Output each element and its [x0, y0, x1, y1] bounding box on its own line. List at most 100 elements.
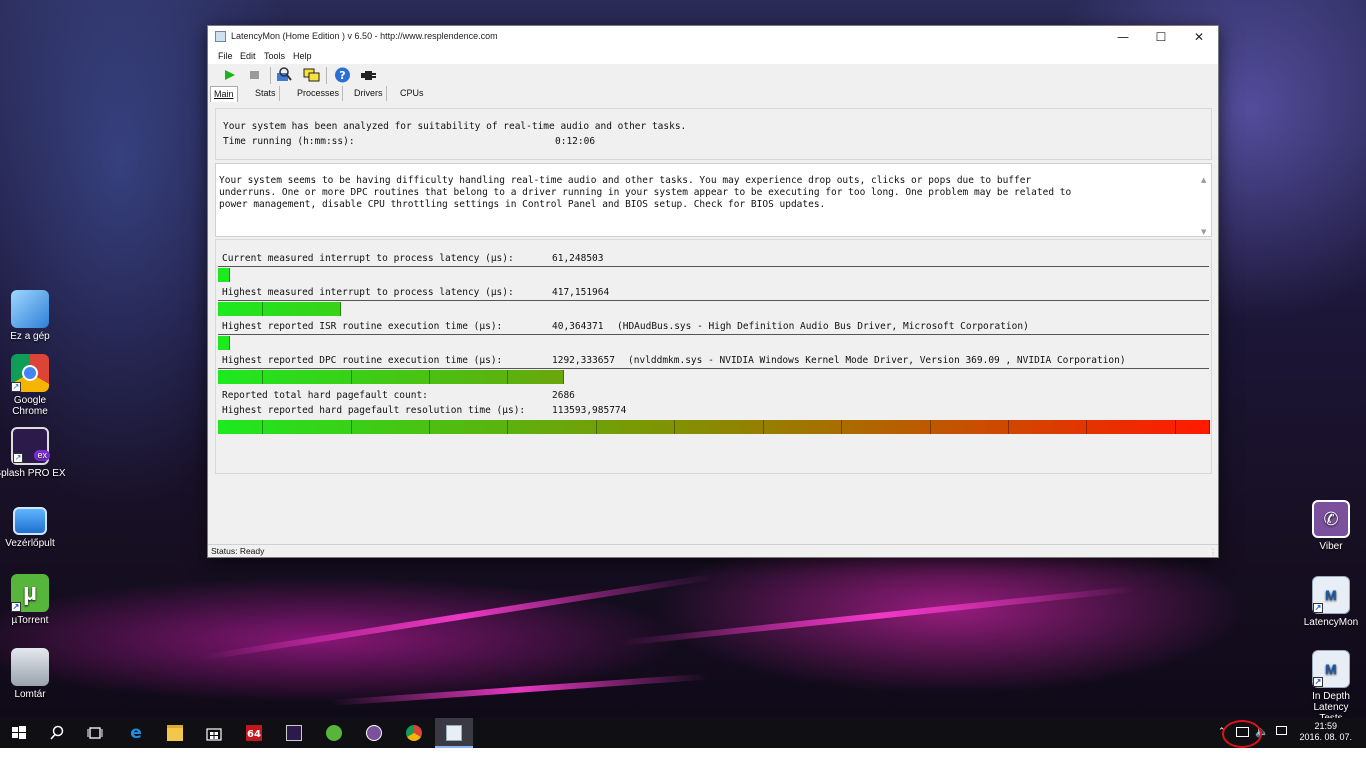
scroll-down-icon[interactable]: ▼ [1201, 228, 1206, 236]
action-center-icon[interactable] [1276, 726, 1287, 735]
taskbar-viber[interactable] [355, 718, 393, 748]
message-line: Your system seems to be having difficult… [219, 175, 1032, 186]
taskbar-latencymon[interactable] [435, 718, 473, 748]
clock-date: 2016. 08. 07. [1299, 732, 1352, 742]
start-menu-button[interactable] [0, 718, 38, 748]
measurements-panel: Current measured interrupt to process la… [215, 239, 1212, 474]
help-icon: ? [335, 67, 350, 83]
desktop-icon-label: µTorrent [11, 615, 49, 626]
shortcut-arrow-icon: ↗ [1313, 677, 1323, 687]
taskbar-explorer[interactable] [156, 718, 194, 748]
desktop-icon-utorrent[interactable]: µ ↗ µTorrent [0, 574, 70, 626]
search-icon [50, 725, 64, 740]
desktop-icon-label: Splash PRO EX [0, 468, 66, 479]
minimize-button[interactable]: — [1104, 26, 1142, 48]
windows-logo-icon [12, 726, 26, 739]
message-line: underruns. One or more DPC routines that… [219, 187, 1072, 198]
stop-icon [250, 71, 259, 79]
desktop-icon-label: Google Chrome [12, 395, 48, 417]
control-panel-icon [13, 507, 47, 535]
metric-label: Highest reported ISR routine execution t… [222, 321, 503, 332]
meter-segment [1197, 420, 1210, 434]
metric-label: Highest measured interrupt to process la… [222, 287, 514, 298]
windows-button[interactable] [303, 67, 320, 83]
menu-bar: File Edit Tools Help [208, 48, 1218, 64]
edge-icon: e [130, 723, 142, 743]
splash-icon [286, 725, 302, 741]
title-bar[interactable]: LatencyMon (Home Edition ) v 6.50 - http… [208, 26, 1218, 48]
clock-time: 21:59 [1314, 721, 1337, 731]
taskbar-utorrent[interactable] [315, 718, 353, 748]
desktop-icon-splash[interactable]: ↗ Splash PRO EX [0, 427, 70, 479]
menu-help[interactable]: Help [293, 51, 312, 61]
desktop-icon-label: Lomtár [14, 689, 46, 700]
help-button[interactable]: ? [334, 67, 351, 83]
magnifier-icon [277, 67, 292, 81]
metric-value: 40,364371 [552, 321, 604, 332]
menu-file[interactable]: File [218, 51, 233, 61]
latency-meter-current [218, 268, 1209, 282]
metric-label: Highest reported DPC routine execution t… [222, 355, 503, 366]
desktop-icon-latency-tests[interactable]: M↗ In Depth Latency Tests [1291, 650, 1366, 724]
menu-edit[interactable]: Edit [240, 51, 256, 61]
svg-text:64: 64 [247, 729, 261, 740]
message-line: power management, disable CPU throttling… [219, 199, 826, 210]
search-button[interactable] [38, 718, 76, 748]
latencymon-icon: M ↗ [1312, 650, 1350, 688]
latency-meter-highest [218, 302, 1209, 316]
metric-value: 61,248503 [552, 253, 604, 264]
desktop-icon-recycle-bin[interactable]: Lomtár [0, 648, 70, 700]
time-running-label: Time running (h:mm:ss): [223, 136, 355, 147]
tab-cpus[interactable]: CPUs [397, 86, 427, 101]
meter-rule [218, 368, 1209, 369]
utorrent-icon: µ ↗ [11, 574, 49, 612]
maximize-button[interactable]: ☐ [1142, 26, 1180, 48]
task-view-button[interactable] [76, 718, 114, 748]
meter-rule [218, 334, 1209, 335]
desktop-icon-control-panel[interactable]: Vezérlőpult [0, 503, 70, 549]
shortcut-arrow-icon: ↗ [1313, 603, 1323, 613]
resize-grip-icon[interactable]: ⋮ [1209, 548, 1217, 557]
scroll-up-icon[interactable]: ▲ [1201, 176, 1206, 184]
desktop-icon-viber[interactable]: ✆ Viber [1291, 500, 1366, 552]
desktop-icon-chrome[interactable]: ↗ Google Chrome [0, 354, 70, 417]
analyze-button[interactable] [276, 67, 293, 83]
play-icon [225, 70, 235, 80]
metric-label: Highest reported hard pagefault resoluti… [222, 405, 526, 416]
splash-icon: ↗ [11, 427, 51, 465]
close-button[interactable]: ✕ [1180, 26, 1218, 48]
tab-stats[interactable]: Stats [252, 86, 280, 101]
plug-icon [361, 71, 376, 80]
folder-icon [167, 725, 183, 741]
menu-tools[interactable]: Tools [264, 51, 285, 61]
tray-clock[interactable]: 21:59 2016. 08. 07. [1299, 721, 1352, 743]
desktop-icon-this-pc[interactable]: Ez a gép [0, 282, 70, 342]
tab-processes[interactable]: Processes [294, 86, 344, 101]
windows-icon [303, 68, 320, 82]
settings-button[interactable] [360, 67, 377, 83]
tab-drivers[interactable]: Drivers [351, 86, 387, 101]
metric-value: 113593,985774 [552, 405, 627, 416]
metric-value: 1292,333657 [552, 355, 615, 366]
window-title: LatencyMon (Home Edition ) v 6.50 - http… [231, 31, 498, 41]
taskbar-chrome[interactable] [395, 718, 433, 748]
chrome-icon [406, 725, 422, 741]
computer-icon [11, 290, 49, 328]
taskbar-splash[interactable] [275, 718, 313, 748]
start-button[interactable] [221, 67, 238, 83]
taskbar-edge[interactable]: e [117, 718, 155, 748]
pagefault-meter [218, 420, 1210, 434]
desktop-icon-label: LatencyMon [1303, 617, 1359, 628]
tab-main[interactable]: Main [210, 86, 238, 102]
message-scrollbar[interactable]: ▲ ▼ [1199, 176, 1211, 236]
store-icon [206, 728, 222, 741]
taskbar-aida64[interactable]: 64 [235, 718, 273, 748]
desktop-icon-latencymon[interactable]: M ↗ LatencyMon [1291, 576, 1366, 628]
stop-button[interactable] [246, 67, 263, 83]
latencymon-window: LatencyMon (Home Edition ) v 6.50 - http… [207, 25, 1219, 558]
taskbar-store[interactable] [195, 718, 233, 748]
dpc-meter [218, 370, 1209, 384]
metric-detail: (nvlddmkm.sys - NVIDIA Windows Kernel Mo… [628, 355, 1126, 366]
desktop-icon-label: Vezérlőpult [5, 538, 55, 549]
shortcut-arrow-icon: ↗ [11, 602, 21, 612]
